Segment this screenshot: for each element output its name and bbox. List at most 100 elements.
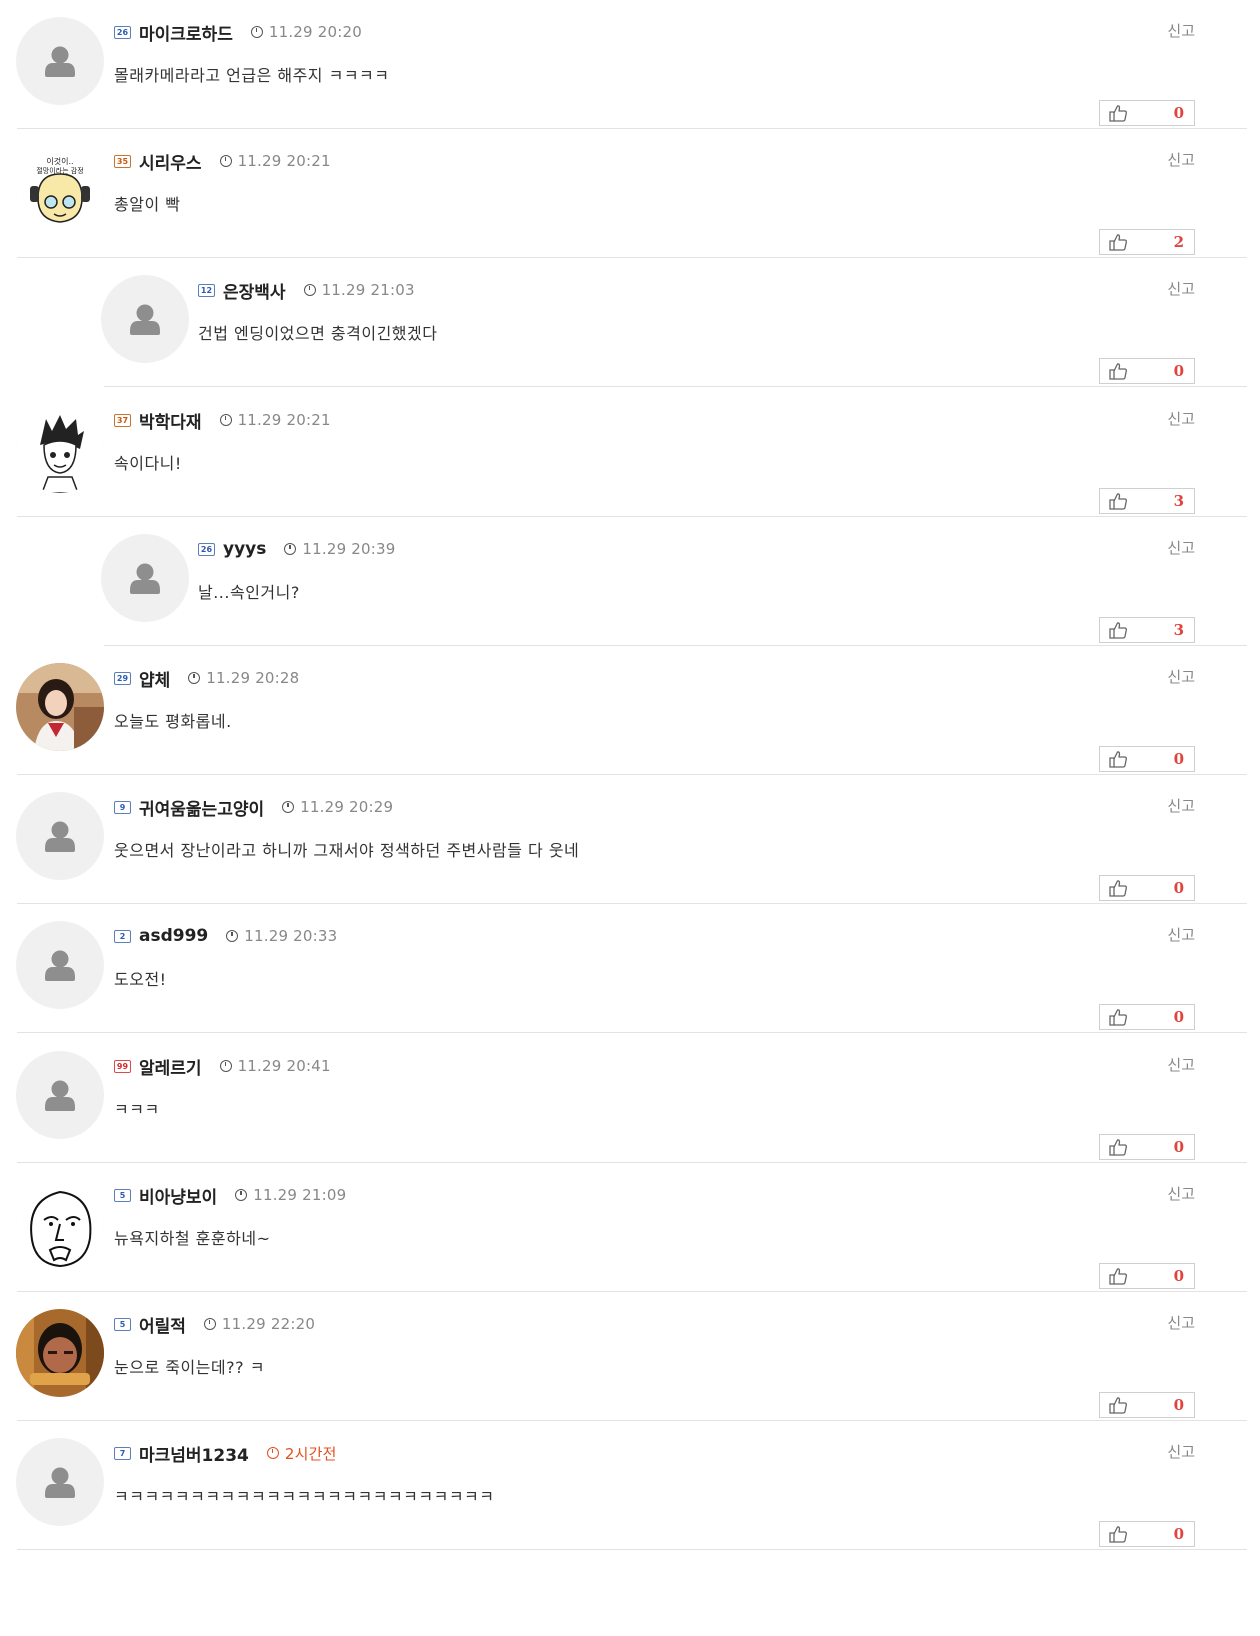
report-button[interactable]: 신고 <box>1167 537 1195 558</box>
comment-item: 이것이.. 절망이라는 감정 35 시리우스 11.29 20:21 총알이 빡 신고 2 <box>0 129 1260 258</box>
report-button[interactable]: 신고 <box>1167 20 1195 41</box>
report-button[interactable]: 신고 <box>1167 924 1195 945</box>
nickname[interactable]: 어릴적 <box>139 1312 186 1337</box>
like-button[interactable]: 3 <box>1099 617 1195 643</box>
clock-icon <box>235 1189 248 1201</box>
default-avatar-icon[interactable] <box>16 17 104 105</box>
comment-time: 11.29 20:33 <box>244 927 338 945</box>
nickname[interactable]: 얍체 <box>139 666 170 691</box>
default-avatar-icon[interactable] <box>101 275 189 363</box>
report-button[interactable]: 신고 <box>1167 408 1195 429</box>
comment-header: 26 yyys 11.29 20:39 <box>198 537 396 561</box>
comment-time: 11.29 20:41 <box>237 1057 331 1075</box>
like-button[interactable]: 0 <box>1099 358 1195 384</box>
comment-item: 29 얍체 11.29 20:28 오늘도 평화롭네. 신고 0 <box>0 646 1260 775</box>
comment-header: 37 박학다재 11.29 20:21 <box>114 408 331 433</box>
report-button[interactable]: 신고 <box>1167 1183 1195 1204</box>
like-button[interactable]: 0 <box>1099 746 1195 772</box>
report-button[interactable]: 신고 <box>1167 1054 1195 1075</box>
comment-time: 11.29 20:20 <box>268 23 362 41</box>
like-button[interactable]: 3 <box>1099 488 1195 514</box>
clock-icon <box>266 1447 279 1459</box>
like-count: 0 <box>1173 362 1184 380</box>
comment-text: 총알이 빡 <box>114 195 181 214</box>
like-button[interactable]: 0 <box>1099 1004 1195 1030</box>
comment-header: 26 마이크로하드 11.29 20:20 <box>114 20 362 45</box>
report-button[interactable]: 신고 <box>1167 1441 1195 1462</box>
default-avatar-icon[interactable] <box>101 534 189 622</box>
reply-item: 12 은장백사 11.29 21:03 건법 엔딩이었으면 충격이긴했겠다 신고 0 <box>0 258 1260 387</box>
report-button[interactable]: 신고 <box>1167 278 1195 299</box>
comment-item: 7 마크넘버1234 2시간전 ㅋㅋㅋㅋㅋㅋㅋㅋㅋㅋㅋㅋㅋㅋㅋㅋㅋㅋㅋㅋㅋㅋㅋㅋㅋ 신고… <box>0 1421 1260 1550</box>
level-badge: 26 <box>114 25 131 39</box>
report-button[interactable]: 신고 <box>1167 795 1195 816</box>
comment-header: 7 마크넘버1234 2시간전 <box>114 1441 337 1466</box>
nickname[interactable]: 귀여움옮는고양이 <box>139 795 264 820</box>
like-count: 0 <box>1173 1267 1184 1285</box>
clock-icon <box>188 672 201 684</box>
like-button[interactable]: 0 <box>1099 1392 1195 1418</box>
avatar[interactable] <box>16 405 104 493</box>
nickname[interactable]: 마이크로하드 <box>139 20 233 45</box>
level-badge: 2 <box>114 929 131 943</box>
clock-icon <box>282 801 295 813</box>
comment-time: 11.29 20:28 <box>206 669 300 687</box>
clock-icon <box>250 26 263 38</box>
reply-item: 26 yyys 11.29 20:39 날...속인거니? 신고 3 <box>0 517 1260 646</box>
nickname[interactable]: 알레르기 <box>139 1054 202 1079</box>
comment-text: 날...속인거니? <box>198 583 300 602</box>
like-count: 0 <box>1173 1138 1184 1156</box>
comment-time: 11.29 20:39 <box>302 540 396 558</box>
nickname[interactable]: asd999 <box>139 926 208 946</box>
comment-header: 2 asd999 11.29 20:33 <box>114 924 337 948</box>
clock-icon <box>203 1318 216 1330</box>
comment-item: 37 박학다재 11.29 20:21 속이다니! 신고 3 <box>0 388 1260 517</box>
like-button[interactable]: 0 <box>1099 1263 1195 1289</box>
comment-item: 5 비아냥보이 11.29 21:09 뉴욕지하철 훈훈하네~ 신고 0 <box>0 1163 1260 1292</box>
report-button[interactable]: 신고 <box>1167 149 1195 170</box>
like-button[interactable]: 2 <box>1099 229 1195 255</box>
like-count: 3 <box>1173 621 1184 639</box>
thumbs-up-icon <box>1100 1522 1136 1546</box>
clock-icon <box>219 414 232 426</box>
like-button[interactable]: 0 <box>1099 100 1195 126</box>
thumbs-up-icon <box>1100 1135 1136 1159</box>
avatar[interactable] <box>16 1309 104 1397</box>
clock-icon <box>226 930 239 942</box>
comment-header: 12 은장백사 11.29 21:03 <box>198 278 415 303</box>
like-count: 0 <box>1173 1396 1184 1414</box>
nickname[interactable]: 시리우스 <box>139 149 202 174</box>
default-avatar-icon[interactable] <box>16 921 104 1009</box>
report-button[interactable]: 신고 <box>1167 1312 1195 1333</box>
comment-item: 2 asd999 11.29 20:33 도오전! 신고 0 <box>0 904 1260 1033</box>
avatar[interactable] <box>16 663 104 751</box>
nickname[interactable]: 마크넘버1234 <box>139 1441 249 1466</box>
avatar[interactable] <box>16 1180 104 1268</box>
thumbs-up-icon <box>1100 489 1136 513</box>
nickname[interactable]: yyys <box>223 539 266 559</box>
comment-time: 11.29 22:20 <box>221 1315 316 1333</box>
avatar[interactable]: 이것이.. 절망이라는 감정 <box>16 146 104 234</box>
default-avatar-icon[interactable] <box>16 792 104 880</box>
report-button[interactable]: 신고 <box>1167 666 1195 687</box>
level-badge: 37 <box>114 413 131 427</box>
default-avatar-icon[interactable] <box>16 1438 104 1526</box>
level-badge: 7 <box>114 1446 131 1460</box>
comment-text: 오늘도 평화롭네. <box>114 712 232 731</box>
like-button[interactable]: 0 <box>1099 875 1195 901</box>
thumbs-up-icon <box>1100 876 1136 900</box>
svg-text:절망이라는 감정: 절망이라는 감정 <box>36 166 83 175</box>
nickname[interactable]: 박학다재 <box>139 408 202 433</box>
comment-time: 11.29 21:09 <box>253 1186 347 1204</box>
like-button[interactable]: 0 <box>1099 1134 1195 1160</box>
nickname[interactable]: 비아냥보이 <box>139 1183 217 1208</box>
divider <box>17 1032 1247 1033</box>
default-avatar-icon[interactable] <box>16 1051 104 1139</box>
nickname[interactable]: 은장백사 <box>223 278 286 303</box>
like-button[interactable]: 0 <box>1099 1521 1195 1547</box>
level-badge: 9 <box>114 800 131 814</box>
level-badge: 99 <box>114 1059 131 1073</box>
thumbs-up-icon <box>1100 1393 1136 1417</box>
divider <box>17 1549 1247 1550</box>
thumbs-up-icon <box>1100 1264 1136 1288</box>
